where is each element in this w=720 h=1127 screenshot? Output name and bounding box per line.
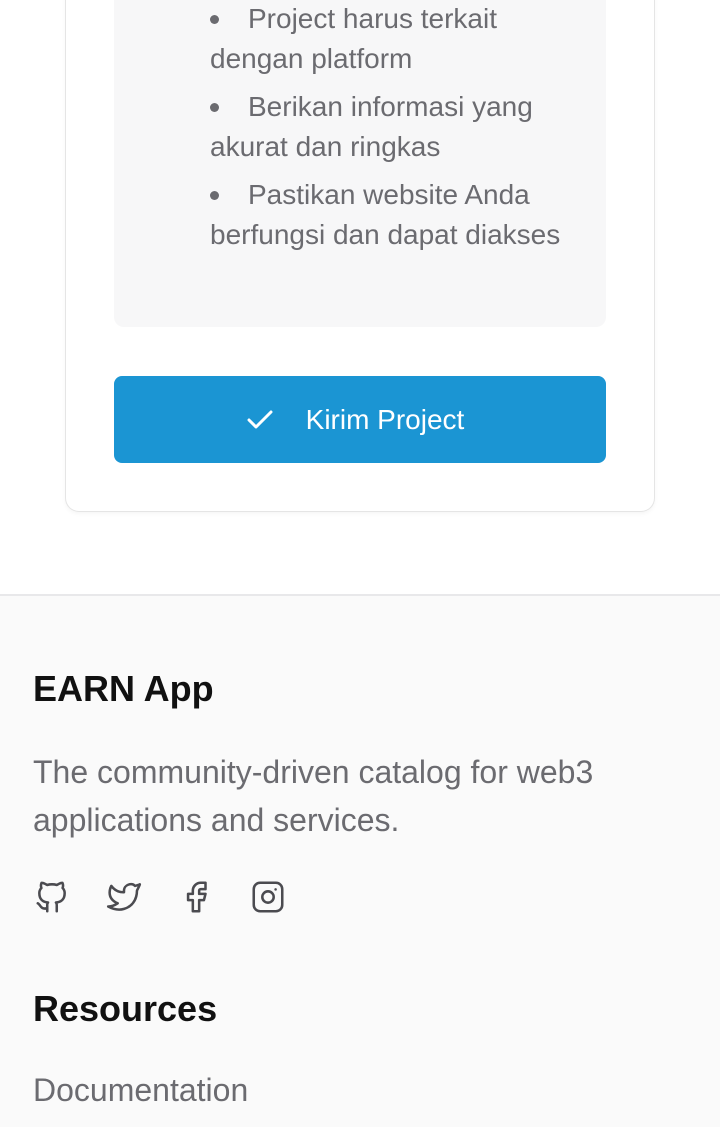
footer-resources-title: Resources	[33, 988, 218, 1029]
social-links	[33, 878, 287, 916]
bullet-icon	[210, 103, 219, 112]
check-icon	[247, 410, 273, 428]
footer: EARN App The community-driven catalog fo…	[0, 594, 720, 1127]
guideline-item: Berikan informasi yang akurat dan ringka…	[210, 91, 533, 162]
footer-brand-title: EARN App	[33, 668, 214, 709]
footer-brand-description: The community-driven catalog for web3 ap…	[33, 754, 594, 838]
documentation-link[interactable]: Documentation	[33, 1072, 248, 1109]
guideline-item: Pastikan website Anda berfungsi dan dapa…	[210, 179, 561, 250]
bullet-icon	[210, 15, 219, 24]
facebook-icon[interactable]	[177, 878, 215, 916]
bullet-icon	[210, 191, 219, 200]
page: Project harus terkait dengan platform Be…	[0, 0, 720, 1127]
twitter-icon[interactable]	[105, 878, 143, 916]
guideline-item: Project harus terkait dengan platform	[210, 3, 497, 74]
submit-project-button[interactable]: Kirim Project	[114, 376, 606, 463]
instagram-icon[interactable]	[249, 878, 287, 916]
github-icon[interactable]	[33, 878, 71, 916]
guidelines-list: Project harus terkait dengan platform Be…	[210, 0, 570, 263]
submit-button-label: Kirim Project	[305, 403, 465, 435]
guidelines-box: Project harus terkait dengan platform Be…	[114, 0, 606, 327]
